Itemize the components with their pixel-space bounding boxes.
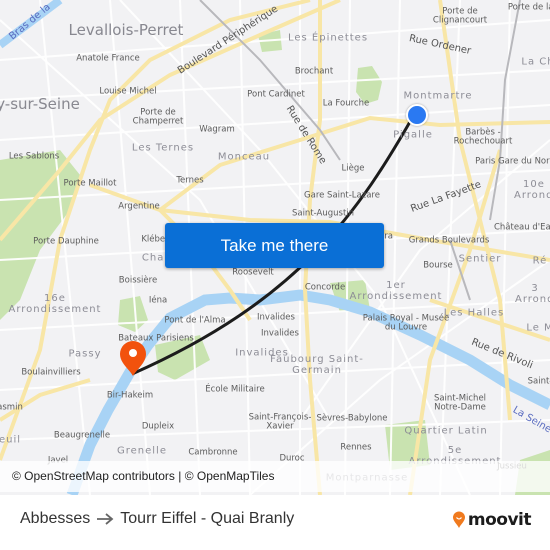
station-label: Brochant bbox=[294, 66, 334, 77]
district-label: euil bbox=[0, 434, 22, 446]
station-label: La Fourche bbox=[322, 98, 370, 109]
brand-name: moovit bbox=[467, 510, 532, 530]
route-title: Abbesses Tourr Eiffel - Quai Branly bbox=[20, 510, 294, 528]
station-label: Beaugrenelle bbox=[53, 430, 111, 441]
station-label: Pont de l'Alma bbox=[164, 315, 226, 326]
station-label: Bir-Hakeim bbox=[106, 390, 154, 401]
attribution-text[interactable]: © OpenStreetMap contributors | © OpenMap… bbox=[12, 469, 274, 483]
station-label: Barbès - Rochechouart bbox=[453, 127, 513, 147]
station-label: Iéna bbox=[148, 295, 168, 306]
map-attribution: © OpenStreetMap contributors | © OpenMap… bbox=[0, 461, 550, 492]
district-label: Passy bbox=[68, 348, 102, 360]
station-label: Paris Gare du Nord bbox=[475, 156, 550, 167]
origin-marker[interactable] bbox=[406, 104, 428, 126]
station-label: Porte de Champerret bbox=[132, 107, 184, 127]
station-label: Château d'Eau bbox=[493, 222, 550, 233]
station-label: Roosevelt bbox=[232, 267, 274, 278]
arrow-right-icon bbox=[97, 513, 114, 525]
station-label: Louise Michel bbox=[99, 86, 157, 97]
station-label: Sèvres-Babylone bbox=[316, 413, 388, 424]
trocadero-gardens bbox=[118, 296, 148, 332]
station-label: Saint-François-Xavier bbox=[248, 412, 312, 432]
station-label: École Militaire bbox=[205, 384, 265, 395]
station-label: Porte de la C bbox=[507, 2, 550, 13]
destination-name: Tourr Eiffel - Quai Branly bbox=[120, 510, 295, 527]
station-label: Porte Maillot bbox=[63, 178, 117, 189]
station-label: Boissière bbox=[118, 275, 158, 286]
station-label: Les Sablons bbox=[8, 151, 60, 162]
city-label: Levallois-Perret bbox=[68, 20, 184, 39]
map[interactable]: Levallois-Perret y-sur-Seine Les Épinett… bbox=[0, 0, 550, 495]
station-label: Palais Royal - Musée du Louvre bbox=[362, 313, 450, 333]
district-label: Pigalle bbox=[393, 129, 433, 141]
station-label: Boulainvilliers bbox=[21, 367, 81, 378]
moovit-logo[interactable]: moovit bbox=[452, 510, 532, 530]
station-label: Rennes bbox=[340, 442, 372, 453]
moovit-pin-icon bbox=[452, 511, 465, 528]
origin-name: Abbesses bbox=[20, 510, 91, 527]
station-label: Pont Cardinet bbox=[247, 89, 305, 100]
district-label: Le M bbox=[526, 322, 550, 334]
station-label: asmin bbox=[0, 402, 23, 413]
station-label: Grands Boulevards bbox=[408, 235, 490, 246]
district-label: 10e Arrondiss bbox=[514, 179, 550, 201]
district-label: 1er Arrondissement bbox=[349, 280, 443, 302]
map-pin-icon[interactable] bbox=[118, 341, 148, 377]
district-label: Monceau bbox=[217, 151, 271, 163]
station-label: Saint-Michel Notre-Dame bbox=[433, 393, 487, 413]
district-label: Les Halles bbox=[443, 307, 505, 319]
district-label: Quartier Latin bbox=[404, 425, 488, 437]
district-label: Ré bbox=[532, 255, 548, 267]
station-label: Invalides bbox=[257, 312, 295, 323]
district-label: 16e Arrondissement bbox=[8, 293, 102, 315]
station-label: Anatole France bbox=[76, 53, 140, 64]
city-label: y-sur-Seine bbox=[0, 94, 80, 113]
footer: Abbesses Tourr Eiffel - Quai Branly moov… bbox=[0, 495, 550, 550]
station-label: Saint- bbox=[527, 376, 550, 387]
station-label: Porte Dauphine bbox=[33, 236, 99, 247]
district-label: Sentier bbox=[458, 253, 502, 265]
station-label: Wagram bbox=[199, 124, 235, 135]
district-label: La Ch bbox=[521, 56, 550, 68]
station-label: Ternes bbox=[176, 175, 204, 186]
station-label: Invalides bbox=[261, 328, 299, 339]
take-me-there-button[interactable]: Take me there bbox=[165, 223, 384, 268]
district-label: Les Ternes bbox=[131, 142, 195, 154]
station-label: Bourse bbox=[423, 260, 453, 271]
district-label: 3 Arrondis bbox=[515, 283, 550, 305]
district-label: Faubourg Saint-Germain bbox=[270, 354, 364, 376]
station-label: Porte de Clignancourt bbox=[432, 6, 488, 26]
district-label: Grenelle bbox=[117, 445, 167, 457]
station-label: Liège bbox=[341, 163, 365, 174]
station-label: Concorde bbox=[304, 282, 346, 293]
station-label: Argentine bbox=[118, 201, 160, 212]
station-label: Cambronne bbox=[188, 447, 238, 458]
station-label: Gare Saint-Lazare bbox=[304, 190, 380, 201]
station-label: Dupleix bbox=[141, 421, 175, 432]
district-label: Montmartre bbox=[403, 90, 473, 102]
station-label: Saint-Augustin bbox=[291, 208, 355, 219]
district-label: Les Épinettes bbox=[287, 32, 369, 44]
